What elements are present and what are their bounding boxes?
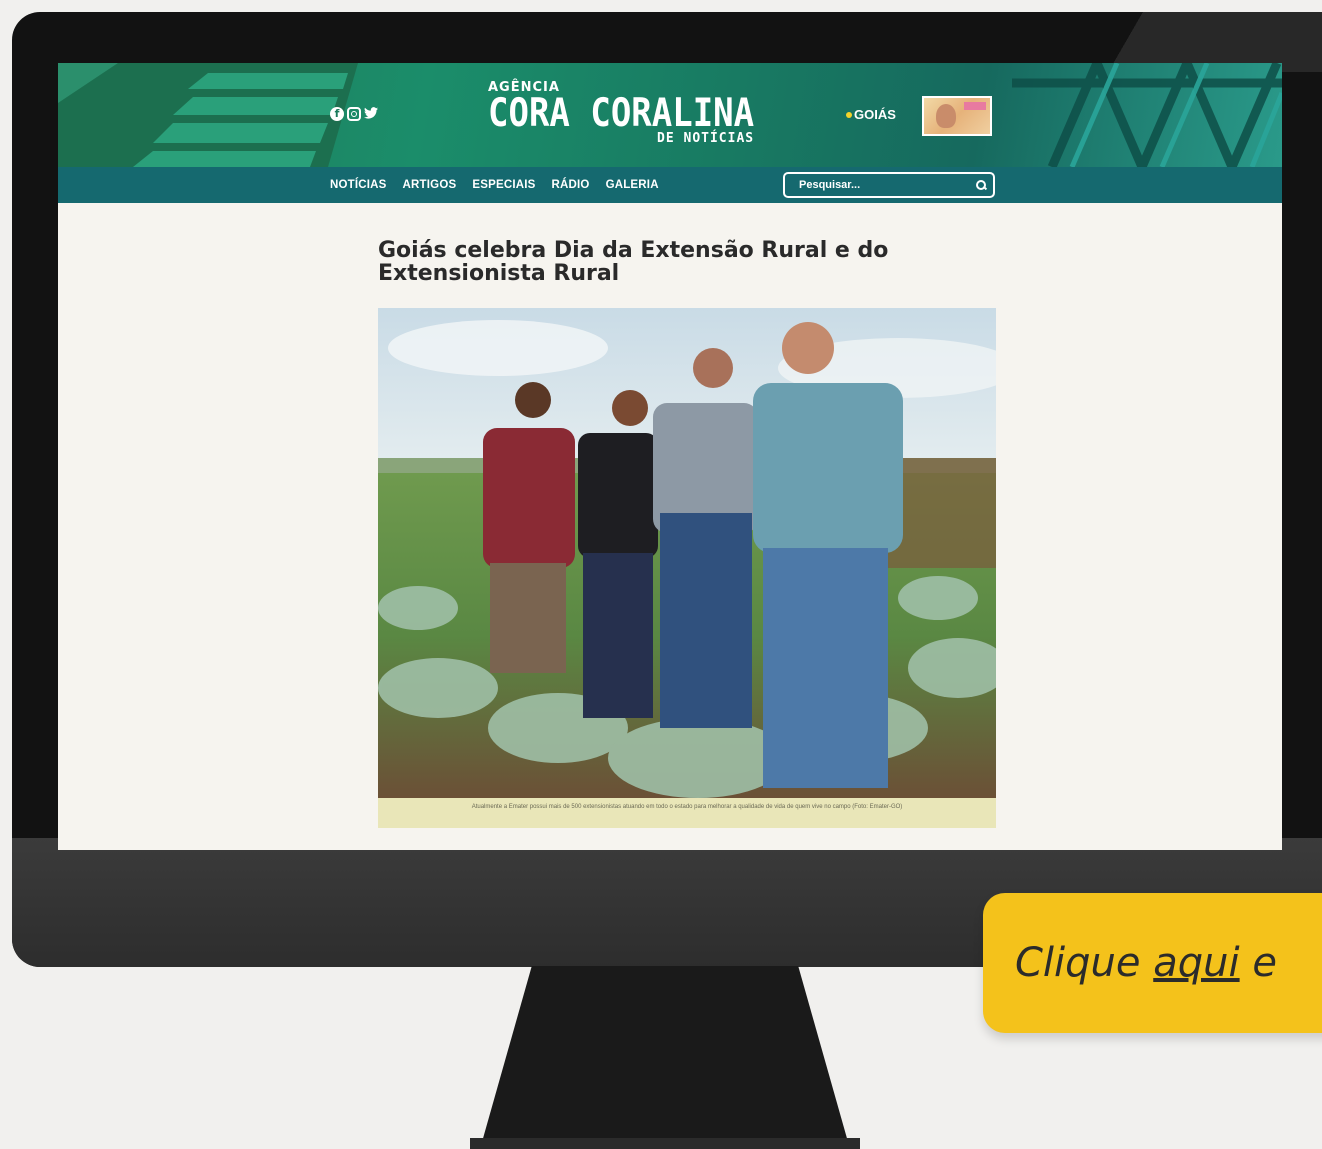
search-input[interactable] bbox=[799, 179, 975, 191]
article-photo bbox=[378, 308, 996, 798]
nav-item-radio[interactable]: RÁDIO bbox=[552, 179, 590, 191]
twitter-icon[interactable] bbox=[364, 107, 378, 121]
facebook-icon[interactable]: f bbox=[330, 107, 344, 121]
photo-caption: Atualmente a Emater possui mais de 500 e… bbox=[378, 798, 996, 828]
logo-main-text: CORA CORALINA bbox=[488, 90, 755, 137]
cta-prefix: Clique bbox=[1015, 940, 1154, 986]
monitor-stand-base bbox=[470, 1138, 860, 1149]
promo-stage: f AGÊNCIA CORA CORALINA DE NOTÍCIAS GOIÁ… bbox=[0, 0, 1322, 1149]
search-icon[interactable] bbox=[975, 179, 987, 191]
nav-item-artigos[interactable]: ARTIGOS bbox=[403, 179, 457, 191]
website-screen: f AGÊNCIA CORA CORALINA DE NOTÍCIAS GOIÁ… bbox=[58, 63, 1282, 850]
cta-suffix: e bbox=[1239, 940, 1277, 986]
cta-button[interactable]: Clique aqui e bbox=[983, 893, 1322, 1033]
site-header: f AGÊNCIA CORA CORALINA DE NOTÍCIAS GOIÁ… bbox=[58, 63, 1282, 167]
nav-item-noticias[interactable]: NOTÍCIAS bbox=[330, 179, 387, 191]
stairs-decoration bbox=[58, 63, 358, 167]
site-logo[interactable]: AGÊNCIA CORA CORALINA DE NOTÍCIAS bbox=[488, 81, 754, 146]
article-title: Goiás celebra Dia da Extensão Rural e do… bbox=[378, 238, 889, 286]
nav-item-especiais[interactable]: ESPECIAIS bbox=[472, 179, 535, 191]
bridge-truss-decoration bbox=[1012, 63, 1282, 167]
nav-links: NOTÍCIAS ARTIGOS ESPECIAIS RÁDIO GALERIA bbox=[330, 167, 659, 203]
search-box[interactable] bbox=[783, 172, 995, 198]
cta-link[interactable]: aqui bbox=[1153, 940, 1239, 986]
field-photo-illustration bbox=[378, 308, 996, 798]
social-links: f bbox=[330, 107, 378, 121]
instagram-icon[interactable] bbox=[347, 107, 361, 121]
main-navigation: NOTÍCIAS ARTIGOS ESPECIAIS RÁDIO GALERIA bbox=[58, 167, 1282, 203]
monitor-stand bbox=[480, 966, 850, 1149]
nav-item-galeria[interactable]: GALERIA bbox=[606, 179, 659, 191]
